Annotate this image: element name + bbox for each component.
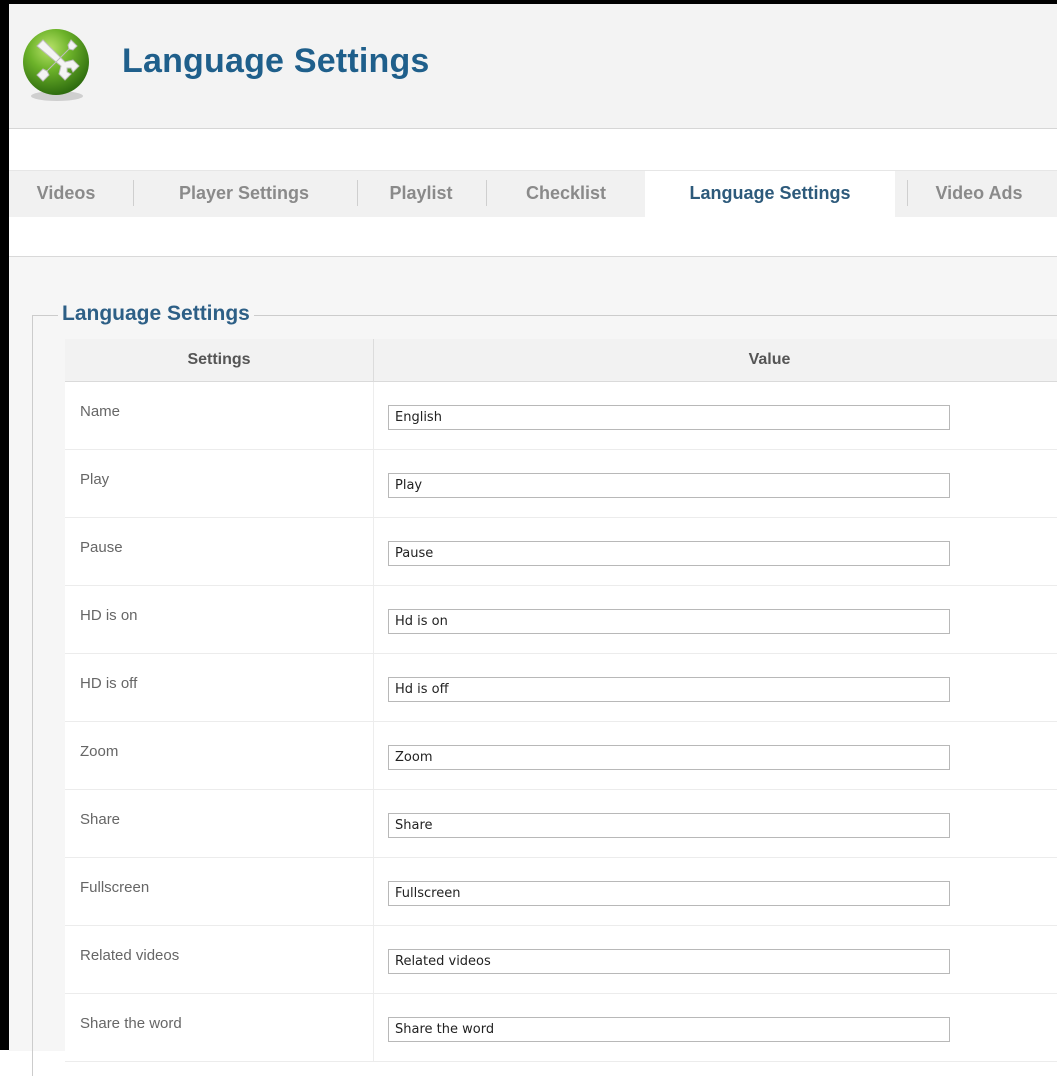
setting-label: Name (80, 403, 121, 420)
setting-value-input[interactable] (388, 813, 950, 838)
setting-value-input[interactable] (388, 541, 950, 566)
section-legend: Language Settings (58, 302, 254, 326)
page-title: Language Settings (122, 42, 430, 80)
setting-label: Play (80, 471, 110, 488)
column-divider (373, 518, 374, 585)
table-row: HD is on (65, 586, 1057, 654)
content-area: Language Settings Settings Value Name Pl… (9, 256, 1057, 1076)
column-divider (373, 790, 374, 857)
column-divider (373, 654, 374, 721)
setting-label: Share (80, 811, 121, 828)
table-row: Share the word (65, 994, 1057, 1062)
table-row: Fullscreen (65, 858, 1057, 926)
table-row: Share (65, 790, 1057, 858)
tab-language-settings[interactable]: Language Settings (645, 171, 895, 217)
table-row: Zoom (65, 722, 1057, 790)
tab-video-ads[interactable]: Video Ads (919, 171, 1039, 217)
setting-value-input[interactable] (388, 609, 950, 634)
column-divider (373, 722, 374, 789)
setting-label: Zoom (80, 743, 119, 760)
tab-separator (907, 180, 908, 206)
setting-value-input[interactable] (388, 405, 950, 430)
tab-separator (133, 180, 134, 206)
tab-player-settings[interactable]: Player Settings (149, 171, 339, 217)
column-divider (373, 994, 374, 1061)
setting-value-input[interactable] (388, 473, 950, 498)
column-divider (373, 382, 374, 449)
spacer (9, 217, 1057, 255)
setting-value-input[interactable] (388, 949, 950, 974)
column-divider (373, 586, 374, 653)
setting-label: Share the word (80, 1015, 182, 1032)
setting-label: Fullscreen (80, 879, 150, 896)
tab-separator (486, 180, 487, 206)
column-header-value: Value (748, 351, 791, 368)
page: Language Settings Videos Player Settings… (9, 4, 1057, 1076)
setting-value-input[interactable] (388, 1017, 950, 1042)
setting-value-input[interactable] (388, 677, 950, 702)
table-row: Name (65, 382, 1057, 450)
table-row: Play (65, 450, 1057, 518)
table-row: HD is off (65, 654, 1057, 722)
table-row: Related videos (65, 926, 1057, 994)
tab-videos[interactable]: Videos (21, 171, 111, 217)
column-header-settings: Settings (65, 339, 374, 381)
settings-table: Settings Value Name Play Pause HD is on (65, 339, 1057, 1062)
setting-label: HD is off (80, 675, 138, 692)
column-divider (373, 858, 374, 925)
page-header: Language Settings (9, 4, 1057, 129)
tools-icon (19, 24, 93, 104)
table-header: Settings Value (65, 339, 1057, 382)
setting-label: HD is on (80, 607, 138, 624)
column-divider (373, 450, 374, 517)
tab-bar: Videos Player Settings Playlist Checklis… (9, 170, 1057, 218)
tab-separator (357, 180, 358, 206)
setting-value-input[interactable] (388, 745, 950, 770)
window-frame-left (0, 0, 9, 1050)
column-divider (373, 926, 374, 993)
setting-value-input[interactable] (388, 881, 950, 906)
setting-label: Related videos (80, 947, 180, 964)
table-row: Pause (65, 518, 1057, 586)
tab-checklist[interactable]: Checklist (502, 171, 630, 217)
tab-playlist[interactable]: Playlist (371, 171, 471, 217)
spacer (9, 129, 1057, 170)
setting-label: Pause (80, 539, 123, 556)
